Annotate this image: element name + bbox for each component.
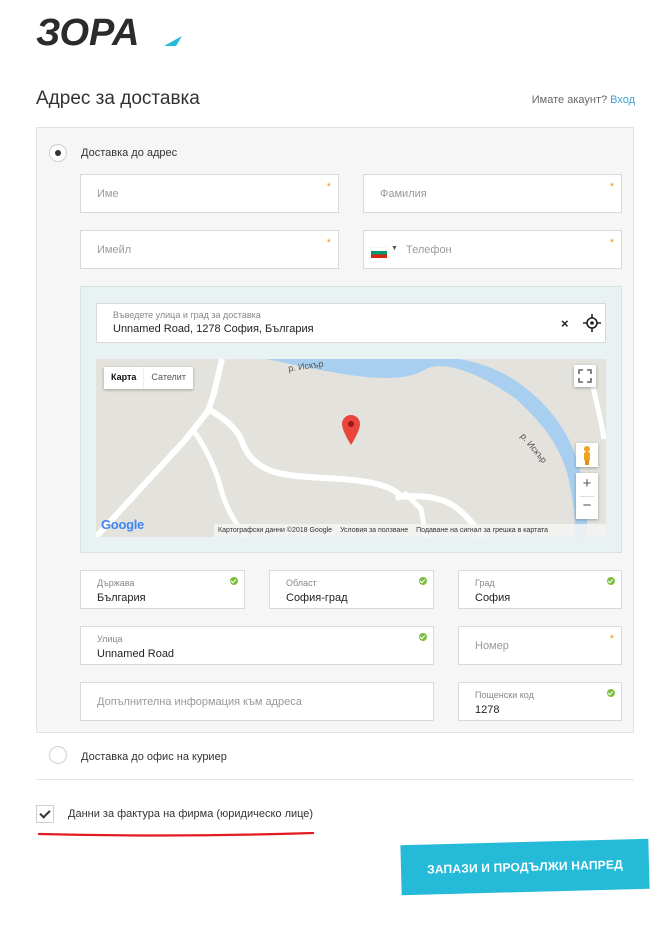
extra-info-field[interactable]: Допълнителна информация към адреса (80, 682, 434, 721)
country-field[interactable]: Държава България (80, 570, 245, 609)
chevron-down-icon[interactable]: ▼ (391, 245, 398, 252)
clear-icon[interactable]: × (561, 316, 569, 331)
required-icon: * (609, 181, 614, 193)
address-search-label: Въведете улица и град за доставка (113, 310, 261, 320)
region-field[interactable]: Област София-град (269, 570, 434, 609)
invoice-label[interactable]: Данни за фактура на фирма (юридическо ли… (68, 808, 313, 820)
country-value: България (97, 592, 146, 604)
valid-check-icon (230, 577, 238, 585)
street-view-icon[interactable] (576, 443, 598, 467)
map-attribution: Картографски данни ©2018 Google Условия … (214, 524, 606, 537)
google-logo: Google (101, 517, 144, 532)
delivery-to-address-label: Доставка до адрес (81, 147, 178, 159)
country-label: Държава (97, 578, 135, 588)
first-name-field[interactable]: Име * (80, 174, 339, 213)
street-label: Улица (97, 634, 123, 644)
address-search-field[interactable]: Въведете улица и град за доставка Unname… (96, 303, 606, 343)
account-prompt: Имате акаунт? Вход (532, 94, 635, 106)
city-label: Град (475, 578, 495, 588)
delivery-to-address-radio[interactable] (49, 144, 67, 162)
number-placeholder: Номер (475, 639, 509, 652)
map-pin-icon[interactable] (342, 415, 360, 450)
map-data-credit: Картографски данни ©2018 Google (218, 527, 333, 534)
region-label: Област (286, 578, 317, 588)
required-icon: * (609, 237, 614, 249)
required-icon: * (326, 237, 331, 249)
login-link[interactable]: Вход (610, 94, 635, 106)
map-type-control: Карта Сателит (104, 367, 193, 389)
valid-check-icon (419, 633, 427, 641)
required-icon: * (609, 633, 614, 645)
city-field[interactable]: Град София (458, 570, 622, 609)
email-placeholder: Имейл (97, 243, 132, 256)
page-title: Адрес за доставка (36, 88, 200, 109)
last-name-placeholder: Фамилия (380, 187, 427, 200)
region-value: София-град (286, 592, 348, 604)
street-field[interactable]: Улица Unnamed Road (80, 626, 434, 665)
divider (36, 779, 634, 780)
zoom-in-button[interactable]: + (576, 475, 598, 492)
postcode-label: Пощенски код (475, 690, 534, 700)
account-prompt-text: Имате акаунт? (531, 94, 608, 106)
tab-satellite[interactable]: Сателит (143, 367, 193, 389)
delivery-to-office-label: Доставка до офис на куриер (81, 751, 227, 763)
extra-info-placeholder: Допълнителна информация към адреса (97, 695, 302, 708)
postcode-value: 1278 (475, 704, 500, 716)
brand-logo[interactable]: ЗОРА (36, 12, 186, 54)
valid-check-icon (607, 577, 615, 585)
phone-placeholder: Телефон (406, 243, 452, 256)
invoice-checkbox[interactable] (36, 805, 54, 823)
phone-field[interactable]: ▼ Телефон * (363, 230, 622, 269)
fullscreen-icon[interactable] (574, 365, 596, 387)
city-value: София (475, 592, 511, 604)
postcode-field[interactable]: Пощенски код 1278 (458, 682, 622, 721)
google-map[interactable]: р. Искър р. Искър Карта Сателит + − Goog… (96, 359, 606, 537)
valid-check-icon (419, 577, 427, 585)
required-icon: * (326, 181, 331, 193)
terms-link[interactable]: Условия за ползване (340, 527, 408, 534)
zoom-out-button[interactable]: − (576, 497, 598, 514)
number-field[interactable]: Номер * (458, 626, 622, 665)
delivery-to-office-radio[interactable] (49, 746, 67, 764)
first-name-placeholder: Име (97, 187, 119, 200)
zoom-control: + − (576, 473, 598, 519)
street-value: Unnamed Road (97, 648, 175, 660)
report-error-link[interactable]: Подаване на сигнал за грешка в картата (416, 527, 548, 534)
logo-text: ЗОРА (36, 14, 139, 50)
valid-check-icon (607, 689, 615, 697)
last-name-field[interactable]: Фамилия * (363, 174, 622, 213)
tab-map[interactable]: Карта (104, 367, 143, 389)
bulgaria-flag-icon[interactable] (370, 245, 388, 258)
address-search-value: Unnamed Road, 1278 София, България (113, 323, 314, 335)
locate-icon[interactable] (582, 313, 602, 338)
red-underline-annotation (37, 824, 315, 837)
save-and-continue-button[interactable]: ЗАПАЗИ И ПРОДЪЛЖИ НАПРЕД (400, 838, 650, 896)
email-field[interactable]: Имейл * (80, 230, 339, 269)
